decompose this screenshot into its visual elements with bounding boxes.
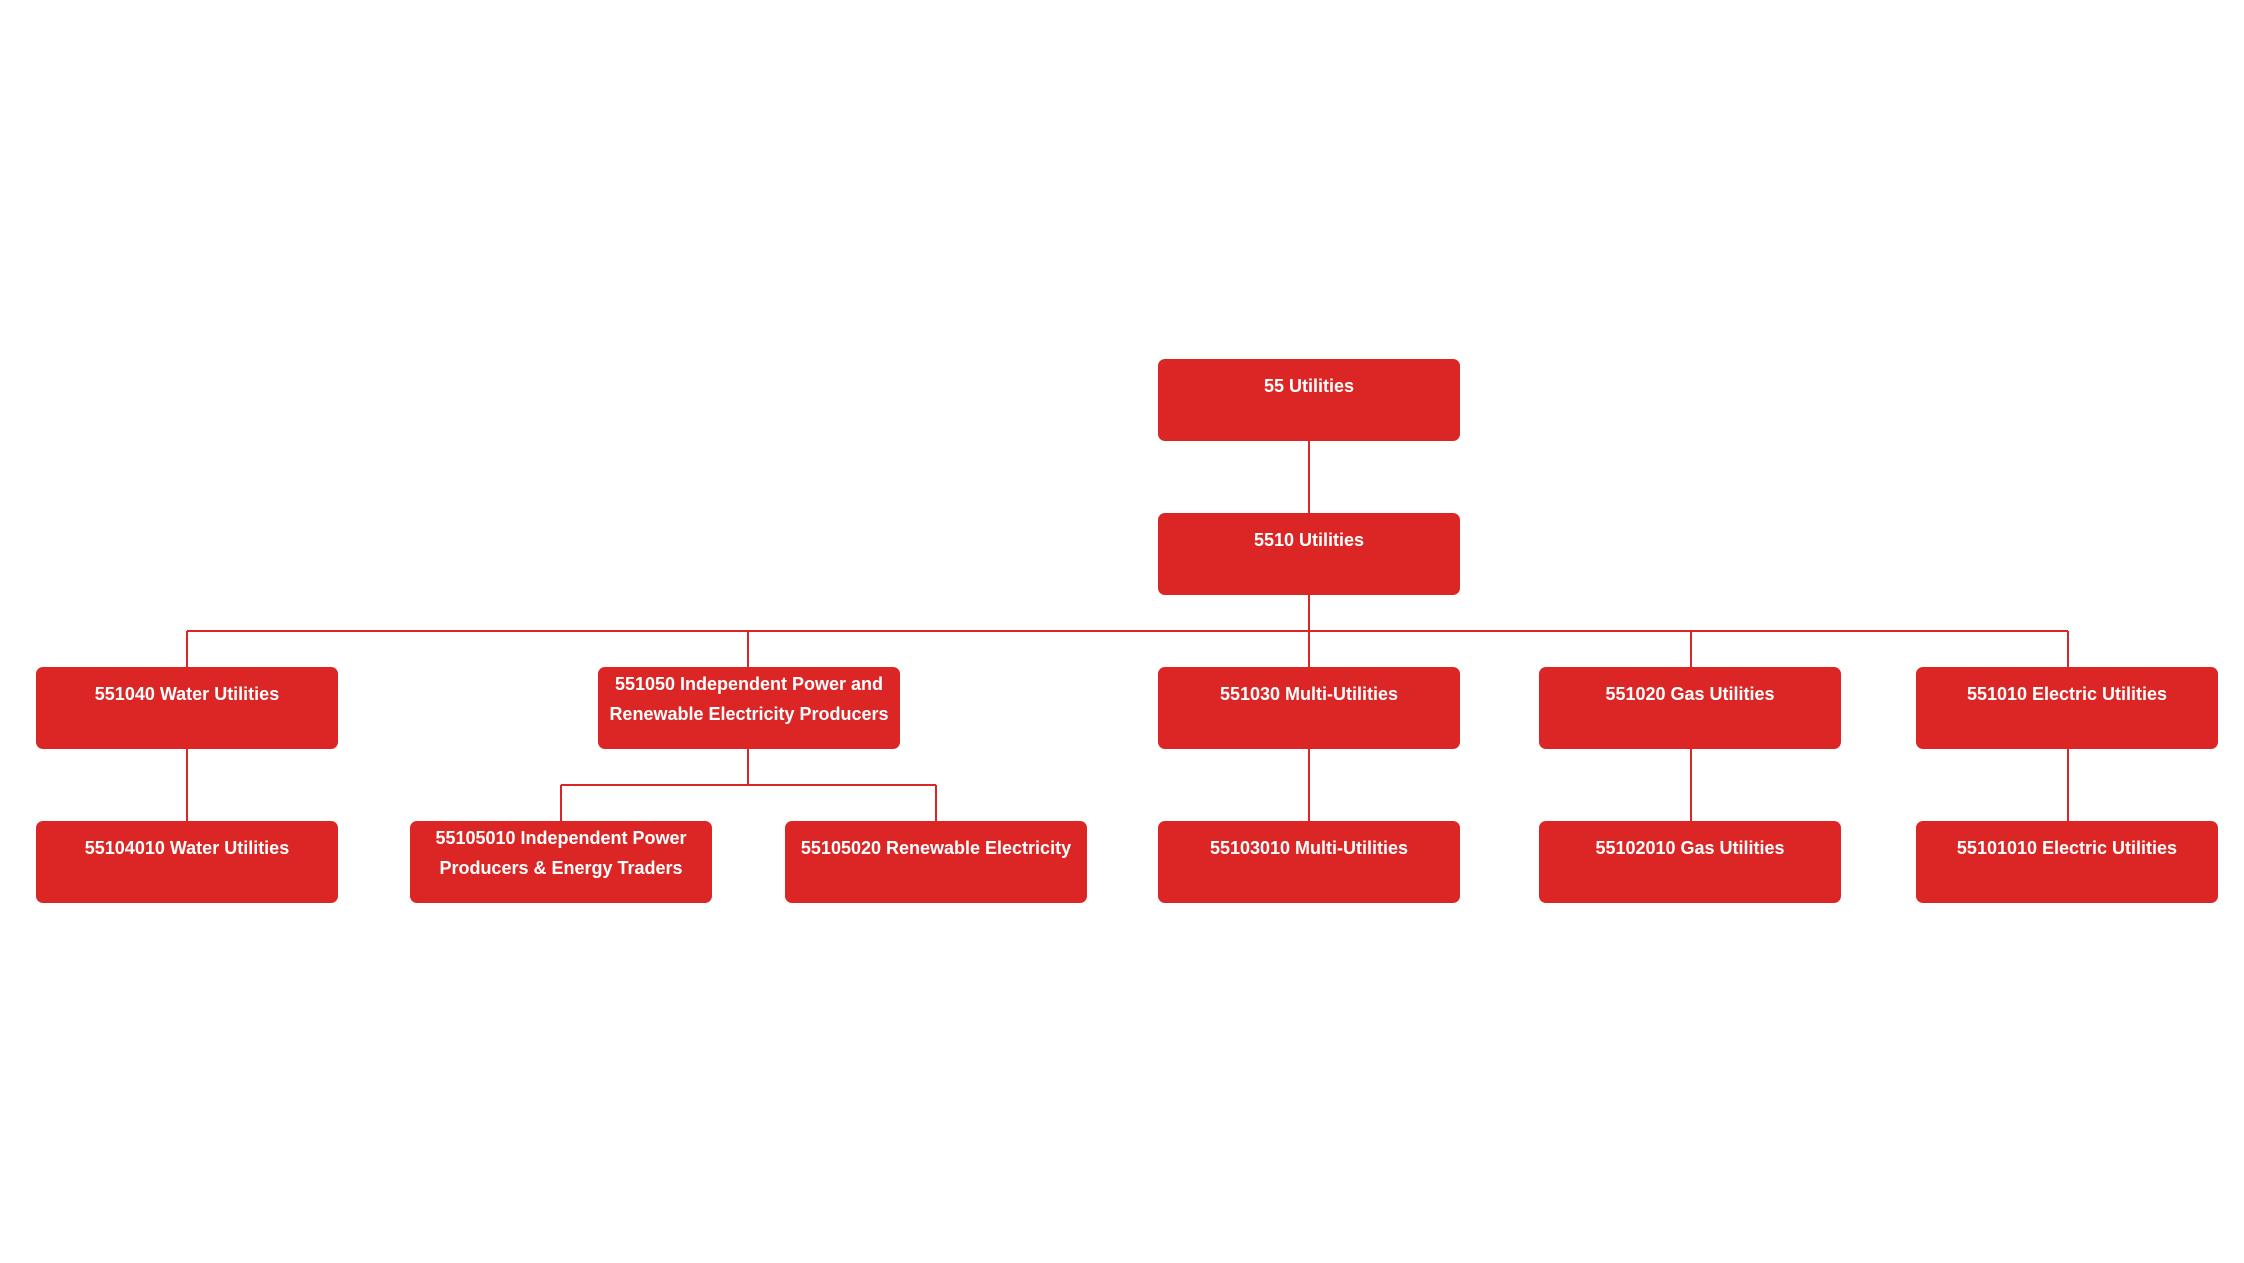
node-551010-electric-utilities[interactable]: 551010 Electric Utilities bbox=[1916, 667, 2218, 749]
node-5510-utilities[interactable]: 5510 Utilities bbox=[1158, 513, 1460, 595]
connector-lines bbox=[186, 441, 2069, 821]
node-55105010-independent-power-producers[interactable]: 55105010 Independent Power Producers & E… bbox=[410, 821, 712, 903]
node-55105020-renewable-electricity[interactable]: 55105020 Renewable Electricity bbox=[785, 821, 1087, 903]
node-55104010-water-utilities[interactable]: 55104010 Water Utilities bbox=[36, 821, 338, 903]
node-551030-multi-utilities[interactable]: 551030 Multi-Utilities bbox=[1158, 667, 1460, 749]
node-55101010-electric-utilities[interactable]: 55101010 Electric Utilities bbox=[1916, 821, 2218, 903]
node-55103010-multi-utilities[interactable]: 55103010 Multi-Utilities bbox=[1158, 821, 1460, 903]
node-55102010-gas-utilities[interactable]: 55102010 Gas Utilities bbox=[1539, 821, 1841, 903]
node-551050-independent-power[interactable]: 551050 Independent Power and Renewable E… bbox=[598, 667, 900, 749]
node-551040-water-utilities[interactable]: 551040 Water Utilities bbox=[36, 667, 338, 749]
node-55-utilities[interactable]: 55 Utilities bbox=[1158, 359, 1460, 441]
node-551020-gas-utilities[interactable]: 551020 Gas Utilities bbox=[1539, 667, 1841, 749]
